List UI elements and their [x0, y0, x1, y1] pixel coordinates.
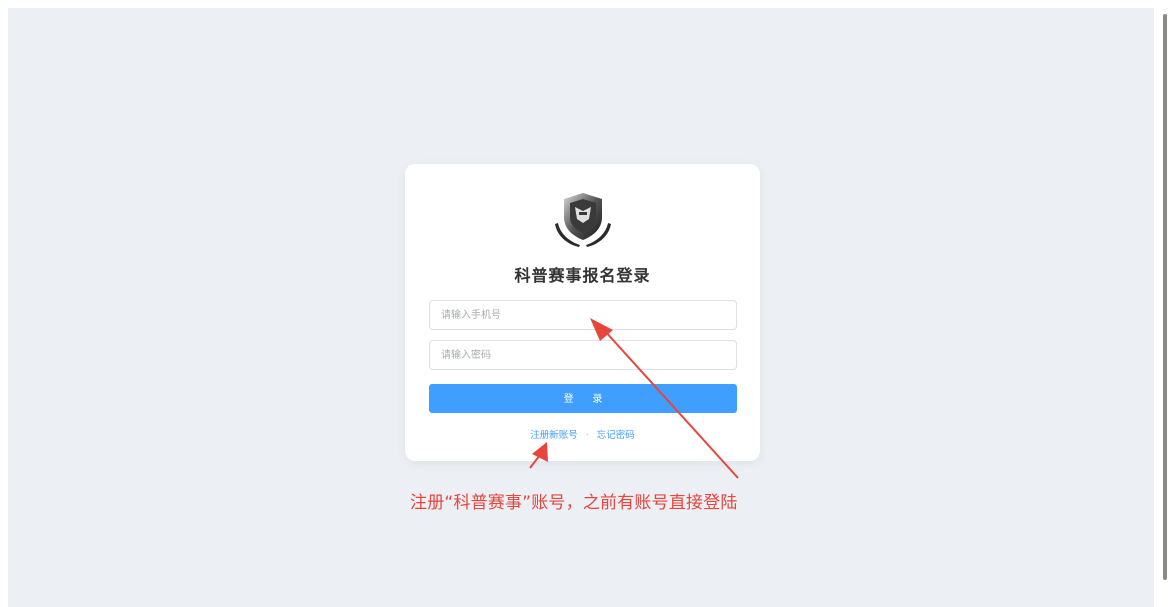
auth-links: 注册新账号 · 忘记密码	[405, 427, 760, 441]
annotation-text: 注册“科普赛事”账号，之前有账号直接登陆	[410, 493, 738, 513]
password-input[interactable]	[430, 341, 731, 369]
shield-hands-logo-icon	[555, 193, 611, 247]
link-separator: ·	[585, 430, 589, 441]
login-button[interactable]: 登 录	[429, 384, 737, 413]
forgot-password-link[interactable]: 忘记密码	[597, 430, 635, 441]
register-link[interactable]: 注册新账号	[530, 430, 578, 441]
password-field[interactable]	[429, 340, 737, 370]
phone-field[interactable]	[429, 300, 737, 330]
page-title: 科普赛事报名登录	[514, 266, 651, 285]
phone-input[interactable]	[430, 301, 731, 329]
login-card: 科普赛事报名登录 登 录 注册新账号 · 忘记密码	[405, 164, 760, 461]
scrollbar-thumb[interactable]	[1163, 14, 1167, 580]
